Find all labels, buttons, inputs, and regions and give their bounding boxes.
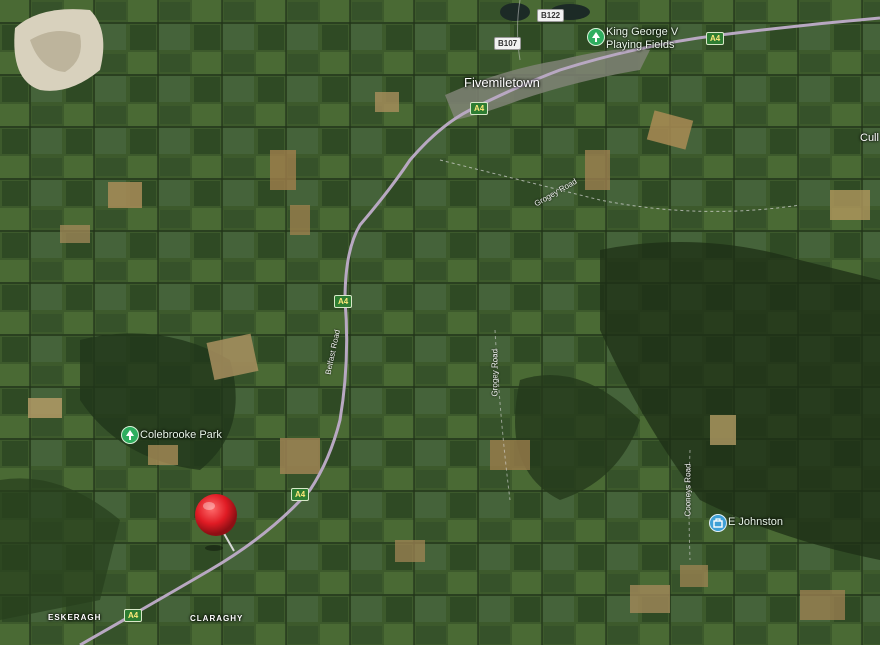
red-pushpin-icon[interactable] [194,493,238,553]
road-shield-a4: A4 [291,488,310,501]
tree-icon[interactable] [121,426,139,444]
road-name-cooneys-road: Cooneys Road [683,463,693,517]
satellite-map[interactable]: Fivemiletown King George V Playing Field… [0,0,880,645]
playing-fields-label-line1: King George V [606,26,679,38]
road-shield-b122: B122 [537,9,565,22]
playing-fields-label[interactable]: King George V Playing Fields [606,27,678,51]
shop-icon[interactable] [709,514,727,532]
road-shield-b107: B107 [494,37,522,50]
tree-icon-glyph [592,32,600,42]
road-shield-a4: A4 [334,295,353,308]
playing-fields-label-line2: Playing Fields [606,39,675,51]
park-label[interactable]: Colebrooke Park [140,430,222,441]
satellite-imagery [0,0,880,645]
business-label[interactable]: E Johnston [728,517,783,528]
tree-icon[interactable] [587,28,605,46]
townland-claraghy-label: CLARAGHY [190,614,244,623]
tree-icon-glyph [126,430,134,440]
road-shield-a4: A4 [470,102,489,115]
townland-eskeragh-label: ESKERAGH [48,613,102,622]
shop-icon-glyph [713,518,723,528]
road-name-grogey-road-2: Grogey Road [490,348,500,397]
town-label[interactable]: Fivemiletown [464,76,540,89]
road-shield-a4: A4 [706,32,725,45]
edge-place-label: Cull [860,132,879,144]
road-shield-a4: A4 [124,609,143,622]
